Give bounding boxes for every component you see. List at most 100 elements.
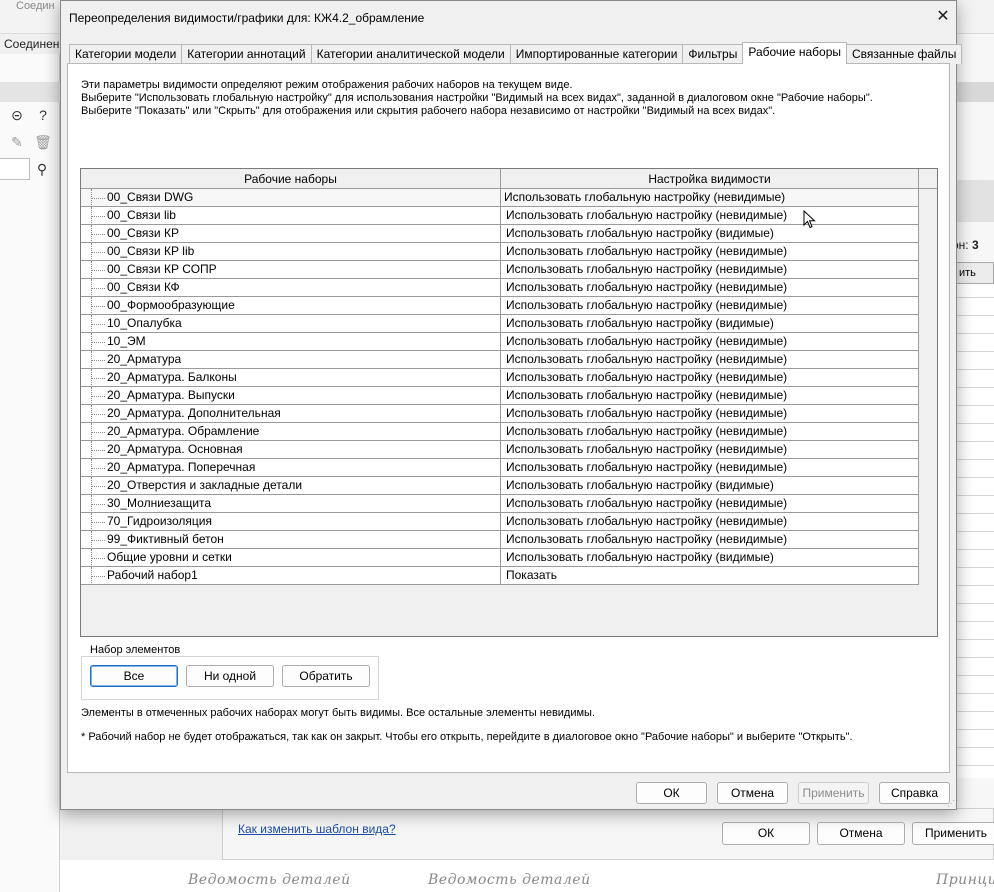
select-all-button[interactable]: Все <box>90 665 178 687</box>
column-header-worksets[interactable]: Рабочие наборы <box>81 169 501 189</box>
play-icon[interactable]: ⊝ <box>8 106 26 124</box>
workset-name-cell[interactable]: 00_Связи DWG <box>81 189 501 207</box>
table-row[interactable]: 00_Связи КР СОПР Использовать глобальную … <box>81 261 919 279</box>
workset-name-cell[interactable]: 00_Формообразующие <box>81 297 501 315</box>
visibility-setting-cell[interactable]: Использовать глобальную настройку (невид… <box>501 189 919 207</box>
workset-name-cell[interactable]: 20_Арматура. Балконы <box>81 369 501 387</box>
tab-linked-files[interactable]: Связанные файлы <box>846 44 963 64</box>
table-row[interactable]: Общие уровни и сетки Использовать глобаль… <box>81 549 919 567</box>
table-header: Рабочие наборы Настройка видимости <box>81 169 937 189</box>
visibility-setting-cell[interactable]: Использовать глобальную настройку (невид… <box>501 333 919 351</box>
resize-grip-icon[interactable]: ⋰ <box>947 799 957 809</box>
visibility-setting-cell[interactable]: Использовать глобальную настройку (видим… <box>501 315 919 333</box>
workset-name-cell[interactable]: 00_Связи КР СОПР <box>81 261 501 279</box>
workset-name-cell[interactable]: 10_ЭМ <box>81 333 501 351</box>
help-button[interactable]: Справка <box>879 782 950 804</box>
background-right-band <box>956 82 994 102</box>
table-row[interactable]: 20_Арматура. Поперечная Использовать глоб… <box>81 459 919 477</box>
visibility-setting-cell[interactable]: Использовать глобальную настройку (видим… <box>501 549 919 567</box>
visibility-setting-cell[interactable]: Использовать глобальную настройку (невид… <box>501 441 919 459</box>
visibility-setting-cell[interactable]: Использовать глобальную настройку (невид… <box>501 279 919 297</box>
tab-worksets[interactable]: Рабочие наборы <box>742 42 848 64</box>
table-row[interactable]: 20_Арматура. Балконы Использовать глобаль… <box>81 369 919 387</box>
edit-icon[interactable]: ✎ <box>8 133 26 151</box>
help-icon[interactable]: ? <box>34 106 52 124</box>
column-header-visibility[interactable]: Настройка видимости <box>501 169 919 189</box>
visibility-setting-cell[interactable]: Использовать глобальную настройку (невид… <box>501 513 919 531</box>
workset-name-cell[interactable]: 30_Молниезащита <box>81 495 501 513</box>
table-row[interactable]: 20_Отверстия и закладные детали Использов… <box>81 477 919 495</box>
visibility-setting-cell[interactable]: Использовать глобальную настройку (видим… <box>501 477 919 495</box>
mouse-cursor-icon <box>803 210 816 229</box>
cancel-button[interactable]: Отмена <box>717 782 788 804</box>
workset-name-cell[interactable]: 00_Связи lib <box>81 207 501 225</box>
workset-name-cell[interactable]: 20_Отверстия и закладные детали <box>81 477 501 495</box>
workset-name-cell[interactable]: 00_Связи КФ <box>81 279 501 297</box>
workset-name-cell[interactable]: 20_Арматура. Выпуски <box>81 387 501 405</box>
tab-analytical-model-categories[interactable]: Категории аналитической модели <box>310 44 511 64</box>
tab-annotation-categories[interactable]: Категории аннотаций <box>181 44 312 64</box>
ok-button[interactable]: ОК <box>636 782 707 804</box>
selection-group-legend: Набор элементов <box>87 644 184 656</box>
visibility-setting-cell[interactable]: Использовать глобальную настройку (невид… <box>501 297 919 315</box>
table-row[interactable]: 00_Формообразующие Использовать глобальну… <box>81 297 919 315</box>
table-row[interactable]: 00_Связи КФ Использовать глобальную настр… <box>81 279 919 297</box>
workset-name-cell[interactable]: 20_Арматура. Поперечная <box>81 459 501 477</box>
table-row[interactable]: 00_Связи DWG Использовать глобальную наст… <box>81 189 919 207</box>
background-ok-button[interactable]: ОК <box>722 822 810 845</box>
tab-imported-categories[interactable]: Импортированные категории <box>509 44 684 64</box>
table-row[interactable]: 00_Связи lib Использовать глобальную наст… <box>81 207 919 225</box>
table-row[interactable]: 10_ЭМ Использовать глобальную настройку (… <box>81 333 919 351</box>
visibility-setting-cell[interactable]: Использовать глобальную настройку (невид… <box>501 243 919 261</box>
column-header-spacer <box>919 169 937 189</box>
workset-name-cell[interactable]: 99_Фиктивный бетон <box>81 531 501 549</box>
workset-name-cell[interactable]: 00_Связи КР <box>81 225 501 243</box>
workset-name-cell[interactable]: 20_Арматура <box>81 351 501 369</box>
workset-name-cell[interactable]: 20_Арматура. Обрамление <box>81 423 501 441</box>
background-ribbon-text: Соедин <box>16 0 55 12</box>
visibility-setting-cell[interactable]: Использовать глобальную настройку (невид… <box>501 369 919 387</box>
visibility-setting-cell[interactable]: Использовать глобальную настройку (невид… <box>501 405 919 423</box>
workset-name-cell[interactable]: 70_Гидроизоляция <box>81 513 501 531</box>
workset-name-cell[interactable]: Рабочий набор1 <box>81 567 501 585</box>
table-row[interactable]: 99_Фиктивный бетон Использовать глобальну… <box>81 531 919 549</box>
table-row[interactable]: Рабочий набор1 Показать <box>81 567 919 585</box>
visibility-setting-cell[interactable]: Показать <box>501 567 919 585</box>
visibility-setting-cell[interactable]: Использовать глобальную настройку (невид… <box>501 423 919 441</box>
visibility-setting-cell[interactable]: Использовать глобальную настройку (невид… <box>501 531 919 549</box>
table-row[interactable]: 30_Молниезащита Использовать глобальную н… <box>81 495 919 513</box>
workset-name-cell[interactable]: 20_Арматура. Дополнительная <box>81 405 501 423</box>
visibility-setting-cell[interactable]: Использовать глобальную настройку (невид… <box>501 207 919 225</box>
table-row[interactable]: 20_Арматура Использовать глобальную настр… <box>81 351 919 369</box>
workset-name-cell[interactable]: 10_Опалубка <box>81 315 501 333</box>
visibility-setting-cell[interactable]: Использовать глобальную настройку (невид… <box>501 351 919 369</box>
visibility-setting-cell[interactable]: Использовать глобальную настройку (видим… <box>501 225 919 243</box>
visibility-setting-cell[interactable]: Использовать глобальную настройку (невид… <box>501 387 919 405</box>
tab-filters[interactable]: Фильтры <box>682 44 744 64</box>
table-row[interactable]: 20_Арматура. Обрамление Использовать глоб… <box>81 423 919 441</box>
background-apply-button[interactable]: Применить <box>912 822 994 845</box>
trash-icon[interactable]: 🗑 <box>34 133 52 151</box>
background-cancel-button[interactable]: Отмена <box>817 822 905 845</box>
close-icon[interactable]: ✕ <box>933 7 953 27</box>
table-row[interactable]: 10_Опалубка Использовать глобальную настр… <box>81 315 919 333</box>
table-row[interactable]: 20_Арматура. Выпуски Использовать глобаль… <box>81 387 919 405</box>
workset-name-cell[interactable]: 00_Связи КР lib <box>81 243 501 261</box>
select-none-button[interactable]: Ни одной <box>186 665 274 687</box>
background-search-input[interactable] <box>0 158 30 180</box>
table-row[interactable]: 20_Арматура. Дополнительная Использовать … <box>81 405 919 423</box>
visibility-setting-cell[interactable]: Использовать глобальную настройку (невид… <box>501 495 919 513</box>
visibility-setting-cell[interactable]: Использовать глобальную настройку (невид… <box>501 261 919 279</box>
table-row[interactable]: 20_Арматура. Основная Использовать глобал… <box>81 441 919 459</box>
table-row[interactable]: 00_Связи КР Использовать глобальную настр… <box>81 225 919 243</box>
search-icon[interactable]: ⚲ <box>33 160 51 178</box>
tab-model-categories[interactable]: Категории модели <box>69 44 183 64</box>
change-template-link[interactable]: Как изменить шаблон вида? <box>238 822 396 836</box>
workset-name-cell[interactable]: Общие уровни и сетки <box>81 549 501 567</box>
table-row[interactable]: 70_Гидроизоляция Использовать глобальную … <box>81 513 919 531</box>
table-body: 00_Связи DWG Использовать глобальную наст… <box>81 189 919 585</box>
visibility-setting-cell[interactable]: Использовать глобальную настройку (невид… <box>501 459 919 477</box>
table-row[interactable]: 00_Связи КР lib Использовать глобальную н… <box>81 243 919 261</box>
workset-name-cell[interactable]: 20_Арматура. Основная <box>81 441 501 459</box>
invert-selection-button[interactable]: Обратить <box>282 665 370 687</box>
